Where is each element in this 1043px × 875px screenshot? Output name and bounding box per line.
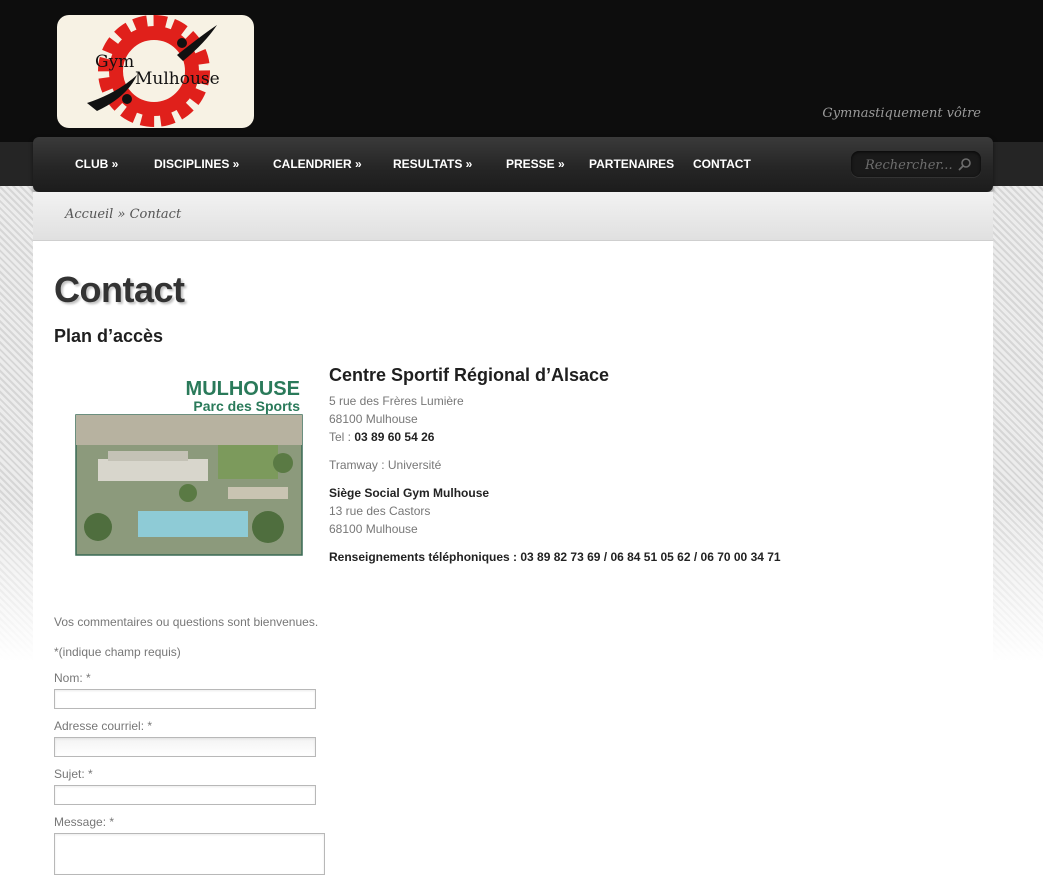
- parc-des-sports-image: MULHOUSE Parc des Sports: [68, 367, 308, 557]
- breadcrumb: Accueil » Contact: [65, 207, 181, 222]
- venue-phone-number: 03 89 60 54 26: [354, 430, 435, 444]
- siege-address-line1: 13 rue des Castors: [329, 504, 431, 518]
- venue-tram: Tramway : Université: [329, 458, 442, 472]
- siege-address-line2: 68100 Mulhouse: [329, 522, 418, 536]
- search-box: [851, 151, 981, 177]
- message-field[interactable]: [54, 833, 325, 875]
- section-title: Plan d’accès: [54, 326, 164, 346]
- page-title: Contact: [54, 269, 185, 310]
- message-label: Message: *: [54, 815, 115, 829]
- venue-phone: Tel : 03 89 60 54 26: [329, 428, 434, 446]
- siege-title: Siège Social Gym Mulhouse: [329, 486, 490, 500]
- form-intro: Vos commentaires ou questions sont bienv…: [54, 615, 319, 629]
- form-required-note: *(indique champ requis): [54, 645, 181, 659]
- nav-item-presse[interactable]: PRESSE »: [506, 157, 565, 171]
- search-input[interactable]: [863, 155, 959, 175]
- nav-item-calendrier[interactable]: CALENDRIER »: [273, 157, 362, 171]
- email-field[interactable]: [54, 737, 316, 757]
- site-logo[interactable]: Gym Mulhouse: [57, 15, 254, 128]
- breadcrumb-separator: »: [113, 207, 130, 222]
- nav-item-disciplines[interactable]: DISCIPLINES »: [154, 157, 239, 171]
- name-label: Nom: *: [54, 671, 91, 685]
- logo-text-gym: Gym: [95, 52, 134, 72]
- breadcrumb-home-link[interactable]: Accueil: [65, 207, 113, 222]
- main-navigation: CLUB » DISCIPLINES » CALENDRIER » RESULT…: [33, 137, 993, 192]
- name-field[interactable]: [54, 689, 316, 709]
- search-icon[interactable]: [958, 157, 972, 171]
- breadcrumb-current: Contact: [129, 207, 182, 222]
- subject-label: Sujet: *: [54, 767, 93, 781]
- image-title-parc: Parc des Sports: [193, 398, 300, 414]
- nav-item-resultats[interactable]: RESULTATS »: [393, 157, 472, 171]
- venue-phone-label: Tel :: [329, 430, 355, 444]
- nav-item-club[interactable]: CLUB »: [75, 157, 118, 171]
- image-title-mulhouse: MULHOUSE: [186, 378, 300, 400]
- site-tagline: Gymnastiquement vôtre: [822, 106, 981, 121]
- venue-address-line1: 5 rue des Frères Lumière: [329, 394, 464, 408]
- nav-item-partenaires[interactable]: PARTENAIRES: [589, 157, 674, 171]
- subject-field[interactable]: [54, 785, 316, 805]
- nav-item-contact[interactable]: CONTACT: [693, 157, 751, 171]
- siege-phone-line: Renseignements téléphoniques : 03 89 82 …: [329, 550, 781, 564]
- venue-name: Centre Sportif Régional d’Alsace: [329, 365, 610, 385]
- site-header: Gym Mulhouse Gymnastiquement vôtre: [0, 0, 1043, 142]
- gym-mulhouse-logo-icon: Gym Mulhouse: [87, 15, 220, 127]
- email-label: Adresse courriel: *: [54, 719, 153, 733]
- breadcrumb-bar: Accueil » Contact: [33, 192, 993, 241]
- main-content: Contact Plan d’accès MULHOUSE Parc des S…: [33, 241, 993, 875]
- logo-text-mulhouse: Mulhouse: [135, 69, 220, 89]
- parc-des-sports-photo-icon: MULHOUSE Parc des Sports: [75, 378, 303, 556]
- venue-address-line2: 68100 Mulhouse: [329, 412, 418, 426]
